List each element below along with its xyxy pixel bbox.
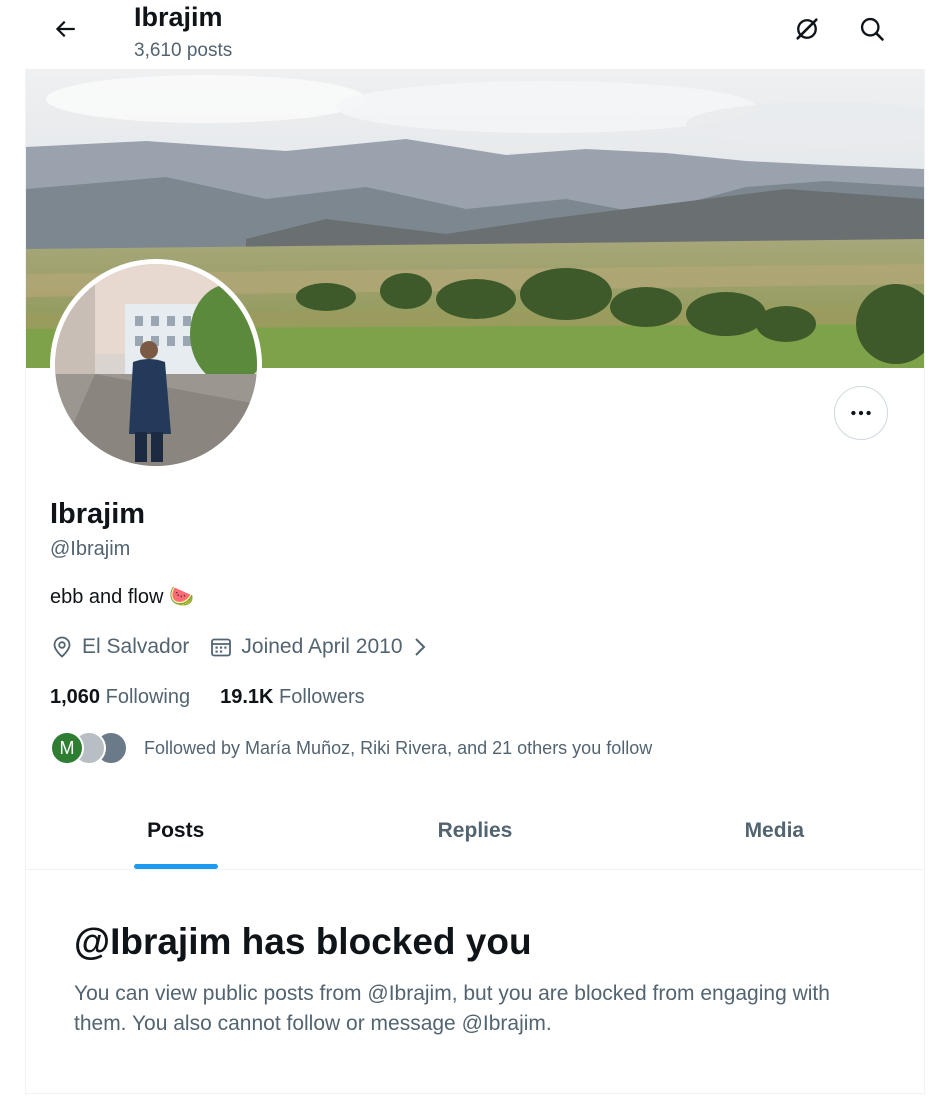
profile-bio: ebb and flow 🍉 <box>50 584 194 610</box>
followed-by[interactable]: M Followed by María Muñoz, Riki Rivera, … <box>50 731 652 765</box>
tab-label: Posts <box>147 818 205 842</box>
chevron-right-icon <box>414 638 425 656</box>
header-title: Ibrajim <box>134 2 223 32</box>
bio-text: ebb and flow <box>50 586 164 608</box>
active-tab-indicator <box>133 864 218 869</box>
followers-label: Followers <box>279 686 365 708</box>
joined-item[interactable]: Joined April 2010 <box>209 633 428 661</box>
more-options-button[interactable] <box>834 386 888 440</box>
following-link[interactable]: 1,060 Following <box>50 684 190 710</box>
followers-count: 19.1K <box>220 686 274 708</box>
following-label: Following <box>105 686 191 708</box>
grok-button[interactable] <box>786 8 828 50</box>
follow-stats: 1,060 Following 19.1K Followers <box>50 684 395 710</box>
user-handle: @Ibrajim <box>50 538 131 560</box>
display-name: Ibrajim <box>50 498 146 530</box>
profile-tabs: Posts Replies Media <box>26 792 924 870</box>
search-icon <box>860 17 884 41</box>
followed-by-text: Followed by María Muñoz, Riki Rivera, an… <box>144 737 653 758</box>
profile-header: Ibrajim 3,610 posts <box>0 0 951 69</box>
joined-text: Joined April 2010 <box>241 635 403 658</box>
follower-avatar: M <box>50 731 84 765</box>
follower-avatar-letter: M <box>59 737 75 758</box>
blocked-message: You can view public posts from @Ibrajim,… <box>74 982 830 1035</box>
location-text: El Salvador <box>82 635 190 658</box>
back-button[interactable] <box>44 8 86 50</box>
tab-label: Media <box>744 818 805 842</box>
tab-label: Replies <box>437 818 513 842</box>
header-posts-count: 3,610 posts <box>134 40 233 61</box>
calendar-icon <box>211 638 232 657</box>
following-count: 1,060 <box>50 686 101 708</box>
location-pin-icon <box>53 636 71 658</box>
tab-posts[interactable]: Posts <box>26 792 325 869</box>
search-button[interactable] <box>851 8 893 50</box>
grok-icon <box>796 18 818 40</box>
profile-avatar[interactable] <box>50 259 262 471</box>
arrow-left-icon <box>55 20 75 38</box>
watermelon-emoji: 🍉 <box>169 586 195 608</box>
tab-replies[interactable]: Replies <box>325 792 624 869</box>
location-item: El Salvador <box>50 633 189 661</box>
tab-media[interactable]: Media <box>625 792 924 869</box>
profile-meta: El Salvador Joined April 2010 <box>50 633 449 661</box>
more-horizontal-icon <box>851 410 871 416</box>
blocked-title: @Ibrajim has blocked you <box>74 921 532 962</box>
followers-link[interactable]: 19.1K Followers <box>220 684 365 710</box>
